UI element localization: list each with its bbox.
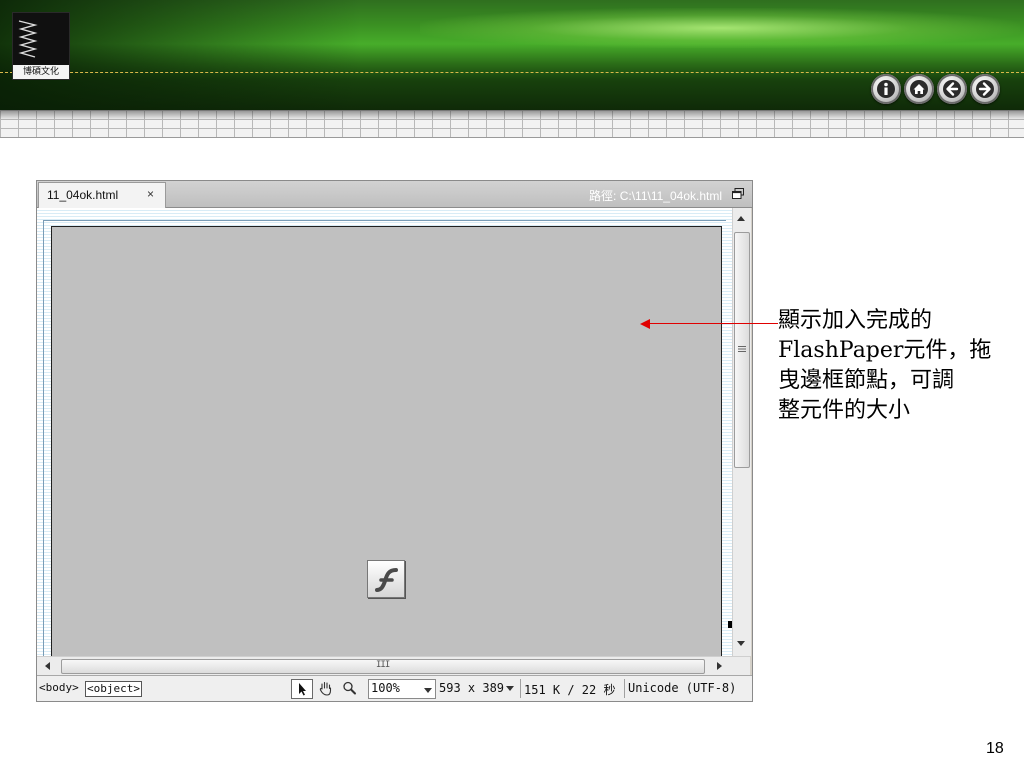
scroll-up-icon[interactable] — [737, 216, 745, 221]
document-window: 11_04ok.html × 路徑: C:\11\11_04ok.html II… — [36, 180, 753, 702]
logo-text: 博碩文化 — [13, 65, 69, 79]
status-divider — [520, 679, 521, 698]
callout-arrow-icon — [640, 319, 650, 329]
scroll-left-icon[interactable] — [45, 662, 50, 670]
window-size-value: 593 x 389 — [439, 681, 505, 695]
slide-banner: 博碩文化 — [0, 0, 1024, 110]
banner-divider — [0, 72, 1024, 73]
window-size-menu[interactable]: 593 x 389 — [439, 681, 515, 695]
hand-icon — [319, 681, 332, 696]
chevron-down-icon — [424, 688, 432, 693]
flash-logo-icon — [367, 560, 405, 598]
callout-text: 顯示加入完成的 FlashPaper元件，拖 曳邊框節點，可調 整元件的大小 — [778, 306, 1003, 426]
page-number: 18 — [986, 740, 1004, 757]
encoding-label: Unicode (UTF-8) — [628, 681, 737, 695]
zoom-tool-button[interactable] — [340, 679, 360, 697]
callout-line-2: FlashPaper元件，拖 — [778, 338, 992, 363]
header-grid-band — [0, 110, 1024, 138]
callout-line-3: 曳邊框節點，可調 — [778, 368, 955, 393]
document-tab-label: 11_04ok.html — [47, 188, 119, 202]
design-view[interactable] — [37, 208, 732, 656]
callout-line-1: 顯示加入完成的 — [778, 308, 933, 333]
restore-window-icon[interactable] — [732, 188, 744, 199]
flashpaper-object[interactable] — [51, 226, 732, 656]
close-icon[interactable]: × — [147, 187, 154, 201]
vertical-scroll-thumb[interactable] — [734, 232, 750, 468]
logo-mark-icon — [18, 20, 38, 58]
pointer-icon — [299, 683, 306, 696]
file-path-label: 路徑: C:\11\11_04ok.html — [589, 189, 722, 203]
arrow-right-icon — [976, 80, 994, 98]
arrow-left-icon — [943, 80, 961, 98]
tag-selector-object[interactable]: <object> — [85, 681, 142, 697]
vertical-scrollbar[interactable] — [732, 208, 751, 656]
scroll-grip-icon: III — [376, 660, 390, 670]
zoom-select[interactable]: 100% — [368, 679, 436, 699]
horizontal-scroll-thumb[interactable]: III — [61, 659, 705, 674]
tag-selector-body[interactable]: <body> — [39, 681, 79, 695]
banner-glow — [420, 8, 1020, 48]
callout-line — [648, 323, 778, 324]
back-button[interactable] — [937, 74, 967, 104]
scroll-down-icon[interactable] — [737, 641, 745, 646]
slide-nav-buttons — [871, 74, 1001, 106]
download-size: 151 K / 22 秒 — [524, 683, 616, 697]
info-button[interactable] — [871, 74, 901, 104]
publisher-logo: 博碩文化 — [12, 12, 70, 80]
scroll-right-icon[interactable] — [717, 662, 722, 670]
status-bar: <body> <object> 100% 593 x 389 151 K / 2… — [37, 675, 752, 701]
scroll-grip-icon — [738, 346, 746, 352]
horizontal-scrollbar[interactable]: III — [37, 656, 750, 675]
callout-line-4: 整元件的大小 — [778, 398, 911, 423]
document-tab[interactable]: 11_04ok.html × — [38, 182, 166, 208]
grid-band-shadow — [0, 110, 1024, 120]
status-divider — [624, 679, 625, 698]
info-icon — [877, 80, 895, 98]
magnifier-icon — [343, 681, 356, 695]
document-tab-bar: 11_04ok.html × 路徑: C:\11\11_04ok.html — [37, 181, 752, 208]
home-button[interactable] — [904, 74, 934, 104]
select-tool-button[interactable] — [291, 679, 313, 699]
chevron-down-icon — [506, 686, 515, 691]
forward-button[interactable] — [970, 74, 1000, 104]
home-icon — [910, 80, 928, 98]
hand-tool-button[interactable] — [316, 679, 336, 697]
zoom-value: 100% — [371, 681, 400, 695]
